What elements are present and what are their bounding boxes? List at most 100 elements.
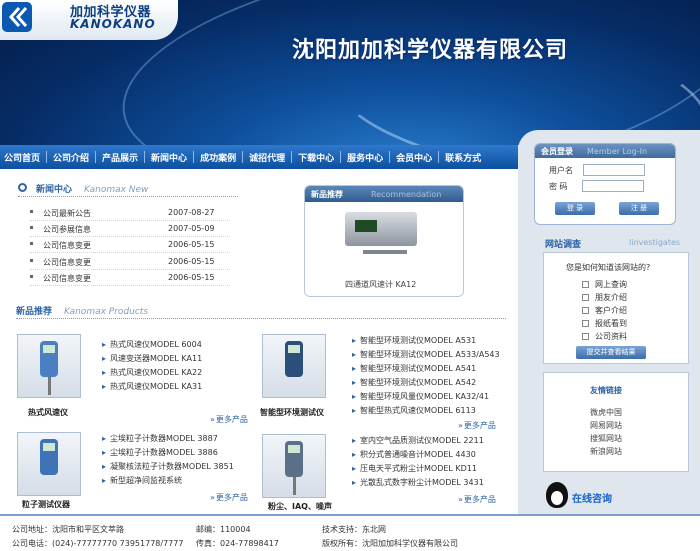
login-header: 会员登录 Member Log-In — [535, 144, 675, 158]
probe-image — [363, 250, 407, 254]
nav-contact[interactable]: 联系方式 — [445, 151, 481, 164]
product-caption[interactable]: 智能型环境测试仪 — [260, 407, 324, 418]
nav-news[interactable]: 新闻中心 — [151, 151, 187, 164]
divider — [16, 318, 506, 319]
product-link[interactable]: 室内空气品质测试仪MODEL 2211 — [352, 435, 484, 446]
product-link[interactable]: 尘埃粒子计数器MODEL 3886 — [102, 447, 218, 458]
nav-home[interactable]: 公司首页 — [4, 151, 40, 164]
survey-submit-button[interactable]: 提交并查看结果 — [576, 346, 646, 359]
products-title: 新品推荐 Kanomax Products — [16, 307, 149, 317]
product-link[interactable]: 智能型环境测试仪MODEL A533/A543 — [352, 349, 500, 360]
footer-postcode: 邮编：110004 — [196, 525, 251, 534]
friend-links-title: 友情链接 — [590, 386, 622, 395]
news-item[interactable]: 公司信息变更 2006-05-15 — [30, 254, 230, 270]
product-image[interactable] — [345, 212, 417, 246]
divider — [18, 196, 238, 197]
friend-link[interactable]: 新浪网站 — [590, 446, 622, 457]
friend-links-box: 友情链接 微虎中国 网易网站 搜狐网站 新浪网站 — [543, 372, 689, 472]
footer-address: 公司地址：沈阳市和平区文萃路 — [12, 525, 124, 534]
logo[interactable]: 加加科学仪器 KANOKANO — [0, 0, 178, 40]
username-row: 用户名 — [549, 164, 645, 176]
survey-option[interactable]: 报纸看到 — [582, 318, 627, 329]
nav-about[interactable]: 公司介绍 — [53, 151, 89, 164]
news-item[interactable]: 公司最新公告 2007-08-27 — [30, 205, 230, 221]
news-bullet-icon — [18, 183, 27, 192]
recommend-caption[interactable]: 四通道风速计 KA12 — [345, 279, 416, 290]
product-link[interactable]: 凝聚核法粒子计数器MODEL 3851 — [102, 461, 234, 472]
qq-penguin-icon — [546, 482, 568, 508]
product-link[interactable]: 风速变送器MODEL KA11 — [102, 353, 202, 364]
header-banner: 加加科学仪器 KANOKANO 沈阳加加科学仪器有限公司 — [0, 0, 700, 145]
register-button[interactable]: 注 册 — [619, 202, 659, 215]
news-item[interactable]: 公司信息变更 2006-05-15 — [30, 237, 230, 253]
password-input[interactable] — [581, 180, 644, 192]
online-consult[interactable]: 在线咨询 — [546, 480, 616, 510]
nav-cases[interactable]: 成功案例 — [200, 151, 236, 164]
survey-title-cn: 网站调查 — [545, 240, 582, 250]
product-link[interactable]: 智能型环境测试仪MODEL A542 — [352, 377, 476, 388]
more-products-link[interactable]: 更多产品 — [210, 492, 248, 503]
product-link[interactable]: 智能型热式风速仪MODEL 6113 — [352, 405, 476, 416]
username-label: 用户名 — [549, 165, 573, 175]
checkbox[interactable] — [582, 320, 589, 327]
login-title: 会员登录 — [541, 147, 573, 156]
news-item[interactable]: 公司信息变更 2006-05-15 — [30, 270, 230, 286]
checkbox[interactable] — [582, 281, 589, 288]
survey-title: 网站调查 Iinvestigates — [545, 237, 680, 250]
nav-members[interactable]: 会员中心 — [396, 151, 432, 164]
survey-option[interactable]: 朋友介绍 — [582, 292, 627, 303]
product-link[interactable]: 热式风速仪MODEL 6004 — [102, 339, 202, 350]
survey-option[interactable]: 客户介绍 — [582, 305, 627, 316]
product-link[interactable]: 积分式普通噪音计MODEL 4430 — [352, 449, 476, 460]
recommend-header: 新品推荐 Recommendation — [305, 186, 463, 202]
product-link[interactable]: 热式风速仪MODEL KA22 — [102, 367, 202, 378]
more-products-link[interactable]: 更多产品 — [458, 420, 496, 431]
online-consult-label: 在线咨询 — [572, 494, 612, 505]
footer: 公司地址：沈阳市和平区文萃路 公司电话：(024)-77777770 73951… — [0, 514, 700, 551]
more-products-link[interactable]: 更多产品 — [458, 494, 496, 505]
company-name: 沈阳加加科学仪器有限公司 — [292, 38, 569, 63]
news-item[interactable]: 公司参展信息 2007-05-09 — [30, 221, 230, 237]
nav-products[interactable]: 产品展示 — [102, 151, 138, 164]
product-link[interactable]: 尘埃粒子计数器MODEL 3887 — [102, 433, 218, 444]
product-caption[interactable]: 粉尘、IAQ、噪声 — [268, 501, 332, 512]
survey-title-en: Iinvestigates — [629, 238, 681, 247]
footer-phone: 公司电话：(024)-77777770 73951778/7777 — [12, 539, 184, 548]
product-thumb[interactable] — [262, 334, 326, 398]
product-link[interactable]: 热式风速仪MODEL KA31 — [102, 381, 202, 392]
nav-agents[interactable]: 诚招代理 — [249, 151, 285, 164]
recommend-box: 新品推荐 Recommendation 四通道风速计 KA12 — [304, 185, 464, 297]
product-link[interactable]: 智能型环境测试仪MODEL A531 — [352, 335, 476, 346]
login-button[interactable]: 登 录 — [555, 202, 595, 215]
password-row: 密 码 — [549, 180, 644, 192]
product-link[interactable]: 新型超净间监视系统 — [102, 475, 182, 486]
footer-copyright: 版权所有：沈阳加加科学仪器有限公司 — [322, 539, 458, 548]
footer-fax: 传真：024-77898417 — [196, 539, 279, 548]
checkbox[interactable] — [582, 294, 589, 301]
friend-link[interactable]: 网易网站 — [590, 420, 622, 431]
product-link[interactable]: 压电天平式粉尘计MODEL KD11 — [352, 463, 477, 474]
username-input[interactable] — [583, 164, 645, 176]
logo-mark-icon — [2, 2, 32, 32]
product-caption[interactable]: 粒子测试仪器 — [22, 499, 70, 510]
logo-en: KANOKANO — [70, 17, 156, 31]
product-link[interactable]: 智能型环境测试仪MODEL A541 — [352, 363, 476, 374]
survey-option[interactable]: 公司资料 — [582, 331, 627, 342]
nav-downloads[interactable]: 下载中心 — [298, 151, 334, 164]
more-products-link[interactable]: 更多产品 — [210, 414, 248, 425]
friend-link[interactable]: 搜狐网站 — [590, 433, 622, 444]
product-thumb[interactable] — [17, 432, 81, 496]
nav-service[interactable]: 服务中心 — [347, 151, 383, 164]
product-link[interactable]: 智能型环境风量仪MODEL KA32/41 — [352, 391, 489, 402]
survey-box: 您是如何知道该网站的? 网上查询 朋友介绍 客户介绍 报纸看到 公司资料 提交并… — [543, 252, 689, 364]
survey-option[interactable]: 网上查询 — [582, 279, 627, 290]
checkbox[interactable] — [582, 333, 589, 340]
checkbox[interactable] — [582, 307, 589, 314]
product-thumb[interactable] — [17, 334, 81, 398]
friend-link[interactable]: 微虎中国 — [590, 407, 622, 418]
footer-tech-support: 技术支持：东北网 — [322, 525, 386, 534]
product-link[interactable]: 光散乱式数字粉尘计MODEL 3431 — [352, 477, 484, 488]
product-thumb[interactable] — [262, 434, 326, 498]
password-label: 密 码 — [549, 181, 568, 191]
product-caption[interactable]: 热式风速仪 — [28, 407, 68, 418]
